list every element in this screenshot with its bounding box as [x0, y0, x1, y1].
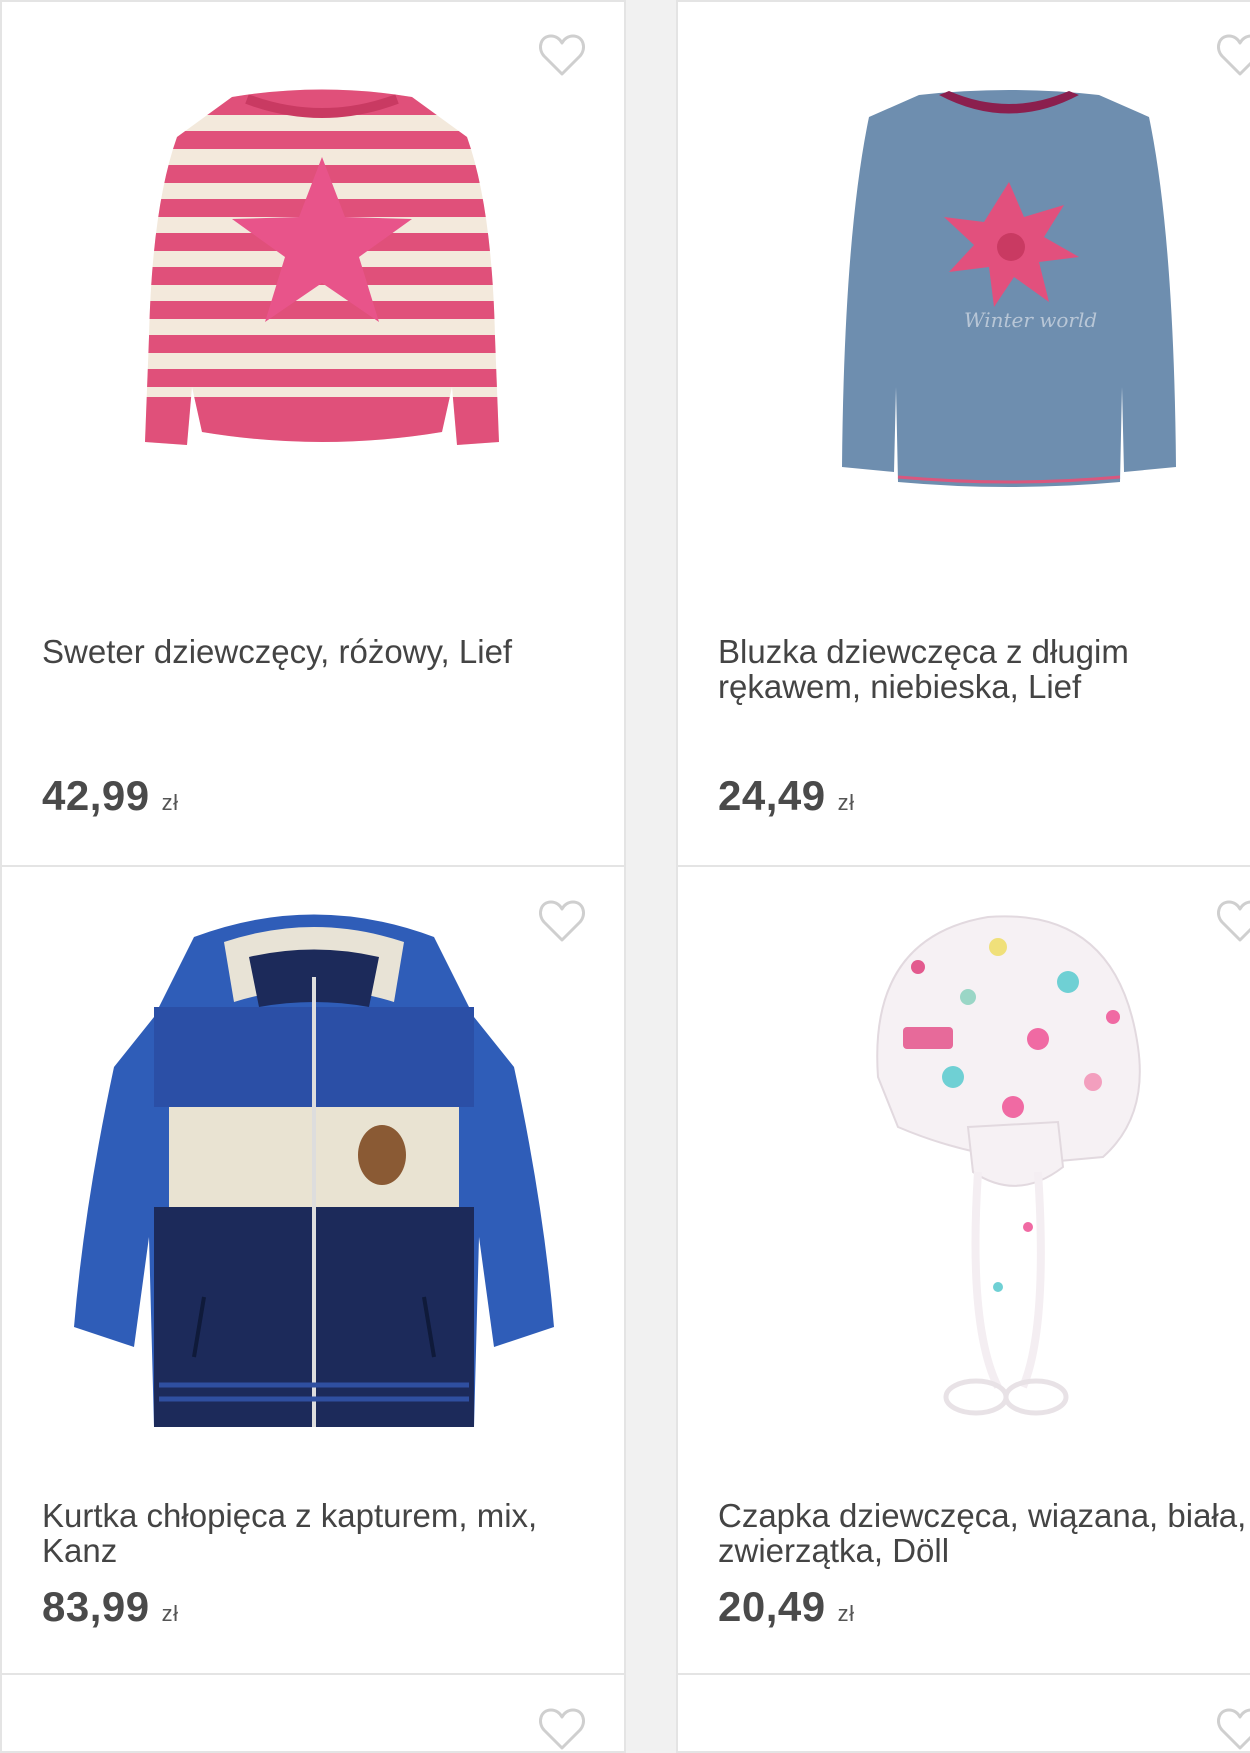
product-title[interactable]: Kurtka chłopięca z kapturem, mix, Kanz: [42, 1498, 602, 1568]
svg-text:Winter world: Winter world: [964, 308, 1097, 332]
product-title[interactable]: Sweter dziewczęcy, różowy, Lief: [42, 634, 602, 669]
product-image-cap[interactable]: [858, 907, 1148, 1427]
product-card[interactable]: Sweter dziewczęcy, różowy, Lief 42,99 zł: [0, 0, 626, 867]
product-card[interactable]: [0, 1673, 626, 1753]
product-price: 20,49 zł: [718, 1583, 855, 1631]
product-image-jacket[interactable]: [74, 907, 554, 1447]
product-card[interactable]: Winter world Bluzka dziewczęca z długim …: [676, 0, 1250, 867]
price-currency: zł: [837, 1601, 855, 1626]
product-image-top[interactable]: Winter world: [824, 87, 1194, 492]
heart-icon[interactable]: [1216, 1707, 1250, 1751]
price-value: 24,49: [718, 772, 826, 819]
product-card[interactable]: [676, 1673, 1250, 1753]
heart-icon[interactable]: [538, 33, 586, 77]
price-value: 83,99: [42, 1583, 150, 1630]
product-title[interactable]: Bluzka dziewczęca z długim rękawem, nieb…: [718, 634, 1198, 704]
product-title[interactable]: Czapka dziewczęca, wiązana, biała, zwier…: [718, 1498, 1250, 1568]
product-image-sweater[interactable]: [137, 87, 507, 457]
price-currency: zł: [837, 790, 855, 815]
product-card[interactable]: Kurtka chłopięca z kapturem, mix, Kanz 8…: [0, 865, 626, 1675]
price-value: 20,49: [718, 1583, 826, 1630]
heart-icon[interactable]: [1216, 33, 1250, 77]
heart-icon[interactable]: [538, 1707, 586, 1751]
price-value: 42,99: [42, 772, 150, 819]
product-price: 83,99 zł: [42, 1583, 179, 1631]
price-currency: zł: [161, 790, 179, 815]
product-card[interactable]: Czapka dziewczęca, wiązana, biała, zwier…: [676, 865, 1250, 1675]
price-currency: zł: [161, 1601, 179, 1626]
product-price: 42,99 zł: [42, 772, 179, 820]
heart-icon[interactable]: [1216, 899, 1250, 943]
product-price: 24,49 zł: [718, 772, 855, 820]
